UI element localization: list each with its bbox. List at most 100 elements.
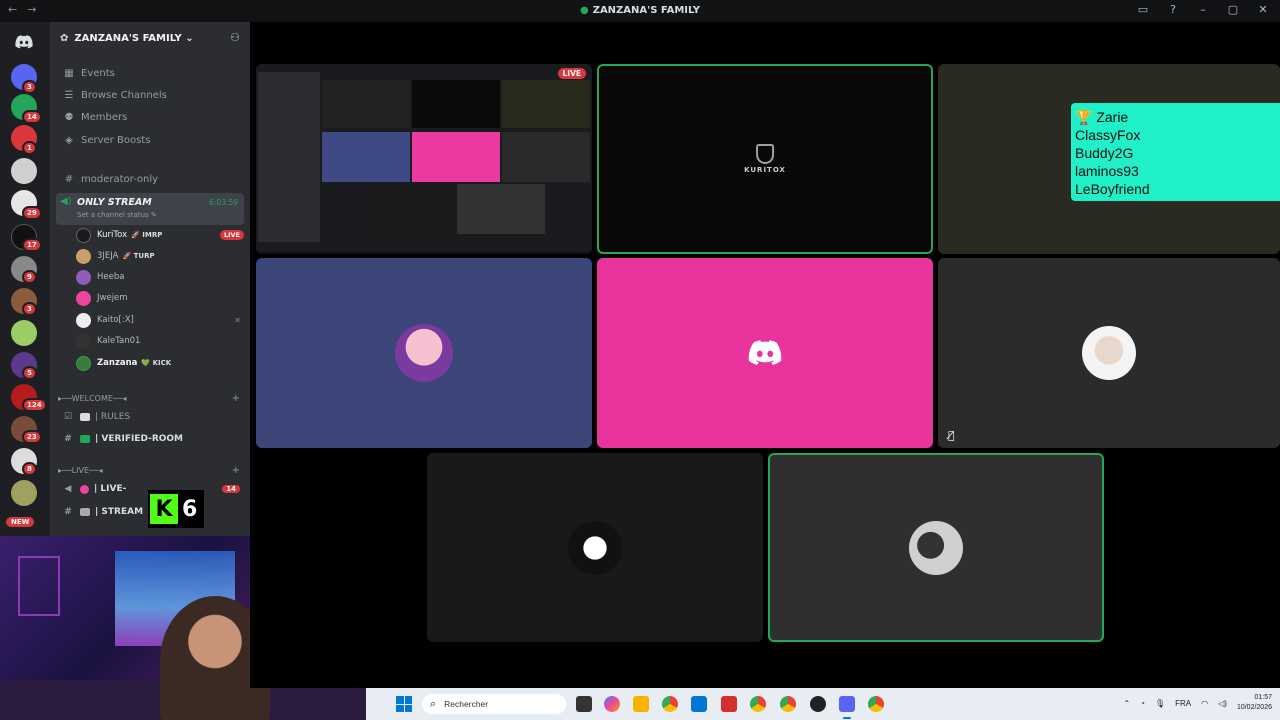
member-tag: 🚀 TURP xyxy=(122,252,155,260)
participant-tile[interactable] xyxy=(427,453,763,642)
add-channel-icon[interactable]: + xyxy=(232,465,240,476)
channel-status[interactable]: Set a channel status ✎ xyxy=(77,211,157,219)
participant-tile[interactable]: KURITOX xyxy=(597,64,933,254)
viewer-name: ClassyFox xyxy=(1075,127,1141,143)
chrome-icon[interactable] xyxy=(780,696,796,712)
guild-badge: 14 xyxy=(22,110,42,124)
voice-member[interactable]: Zanzana 💚 KICK xyxy=(76,353,244,373)
live-badge: LIVE xyxy=(219,230,244,240)
server-name: ZANZANA'S FAMILY ⌄ xyxy=(74,32,194,44)
channel-rules[interactable]: ☑ | RULES xyxy=(56,407,244,427)
close-button[interactable]: ✕ xyxy=(1256,3,1270,16)
help-icon[interactable]: ? xyxy=(1166,3,1180,16)
rules-icon: ☑ xyxy=(63,412,73,422)
minimize-button[interactable]: – xyxy=(1196,3,1210,16)
record-icon xyxy=(80,484,89,494)
guild-badge: 17 xyxy=(22,238,42,252)
chevron-up-icon[interactable]: ⌃ xyxy=(1123,699,1130,708)
channel-verified-room[interactable]: # | VERIFIED-ROOM xyxy=(56,429,244,449)
guild-badge: 5 xyxy=(22,366,37,380)
guild-badge: 3 xyxy=(22,80,37,94)
nav-label: Server Boosts xyxy=(81,135,151,146)
server-rail: 3 14 1 29 17 9 3 5 124 23 8 NEW xyxy=(0,22,50,536)
voice-member[interactable]: Kaito[:X] ✕ xyxy=(76,310,244,330)
wifi-icon[interactable]: ◠ xyxy=(1201,699,1208,708)
language-indicator[interactable]: FRA xyxy=(1175,699,1191,708)
task-view-icon[interactable] xyxy=(576,696,592,712)
member-name: Zanzana xyxy=(97,358,138,368)
logo-text: KURITOX xyxy=(744,166,786,174)
voice-member[interactable]: KaleTan01 xyxy=(76,331,244,351)
store-icon[interactable] xyxy=(691,696,707,712)
server-header[interactable]: ✿ ZANZANA'S FAMILY ⌄ ⚇ xyxy=(50,22,250,54)
participant-tile[interactable] xyxy=(768,453,1104,642)
network-icon[interactable]: ◔ xyxy=(1140,699,1145,708)
obs-icon[interactable] xyxy=(810,696,826,712)
voice-member[interactable]: KuriTox 🚀 IMRP LIVE xyxy=(76,225,244,245)
clock-time: 01:57 xyxy=(1254,694,1272,701)
participant-tile[interactable]: 🎙̸ xyxy=(938,258,1280,448)
hash-icon: # xyxy=(64,434,72,444)
nav-members[interactable]: ⚉ Members xyxy=(56,107,244,128)
search-icon: ⌕ xyxy=(430,697,437,710)
discord-home-button[interactable] xyxy=(10,28,38,56)
channel-label: | VERIFIED-ROOM xyxy=(95,434,184,444)
avatar xyxy=(909,520,963,575)
guild-icon[interactable] xyxy=(11,158,37,184)
copilot-icon[interactable] xyxy=(604,696,620,712)
viewer-name: Buddy2G xyxy=(1075,145,1134,161)
hash-icon: # xyxy=(64,507,72,517)
volume-icon[interactable]: ◁) xyxy=(1218,699,1227,708)
windows-start-icon[interactable] xyxy=(396,696,412,712)
guild-icon[interactable] xyxy=(11,480,37,506)
category-label: ▸──WELCOME──◂ xyxy=(58,393,127,403)
add-channel-icon[interactable]: + xyxy=(232,393,240,404)
nav-events[interactable]: ▦ Events xyxy=(56,63,244,84)
preview-tile xyxy=(412,80,500,128)
avatar xyxy=(1082,326,1136,380)
member-name: 3JEJA xyxy=(97,251,119,261)
channel-label: moderator-only xyxy=(81,174,159,185)
member-tag: 💚 KICK xyxy=(141,359,172,367)
voice-member[interactable]: Heeba xyxy=(76,267,244,287)
screen-icon xyxy=(80,508,90,516)
preview-tile xyxy=(367,184,455,234)
preview-tile xyxy=(457,184,545,234)
guild-badge: 29 xyxy=(22,206,42,220)
wps-icon[interactable] xyxy=(721,696,737,712)
channel-moderator-only[interactable]: # moderator-only xyxy=(56,169,244,190)
voice-channel-only-stream[interactable]: ◀) ONLY STREAM Set a channel status ✎ 6:… xyxy=(56,193,244,225)
participant-tile[interactable] xyxy=(256,258,592,448)
members-icon: ⚉ xyxy=(64,112,74,123)
voice-member[interactable]: 3JEJA 🚀 TURP xyxy=(76,246,244,266)
microphone-icon[interactable]: 🎙 xyxy=(1155,699,1165,708)
stream-tile[interactable]: LIVE xyxy=(256,64,592,254)
avatar xyxy=(76,290,91,306)
browse-icon: ☰ xyxy=(64,90,74,101)
voice-member[interactable]: Jwejem xyxy=(76,288,244,308)
maximize-button[interactable]: ▢ xyxy=(1226,3,1240,16)
wall-frame xyxy=(18,556,60,616)
inbox-icon[interactable]: ▭ xyxy=(1136,3,1150,16)
nav-server-boosts[interactable]: ◈ Server Boosts xyxy=(56,130,244,151)
guild-badge: 3 xyxy=(22,302,37,316)
category-live[interactable]: ▸──LIVE──◂ + xyxy=(58,463,240,477)
avatar xyxy=(395,324,453,382)
guild-icon[interactable] xyxy=(11,320,37,346)
taskbar-search[interactable]: ⌕ Rechercher xyxy=(422,694,566,714)
invite-icon[interactable]: ⚇ xyxy=(230,31,240,44)
category-welcome[interactable]: ▸──WELCOME──◂ + xyxy=(58,391,240,405)
channel-label: | RULES xyxy=(95,412,131,422)
clock[interactable]: 01:57 10/02/2026 xyxy=(1237,693,1272,713)
window-title: ● ZANZANA'S FAMILY xyxy=(579,5,701,16)
member-name: Jwejem xyxy=(97,293,128,303)
chrome-icon[interactable] xyxy=(868,696,884,712)
chrome-icon[interactable] xyxy=(662,696,678,712)
chrome-icon[interactable] xyxy=(750,696,766,712)
participant-tile[interactable] xyxy=(597,258,933,448)
kick-viewer-count: 6 xyxy=(182,496,198,522)
member-name: KaleTan01 xyxy=(97,336,141,346)
file-explorer-icon[interactable] xyxy=(633,696,649,712)
discord-taskbar-icon[interactable] xyxy=(839,696,855,712)
nav-browse-channels[interactable]: ☰ Browse Channels xyxy=(56,85,244,106)
